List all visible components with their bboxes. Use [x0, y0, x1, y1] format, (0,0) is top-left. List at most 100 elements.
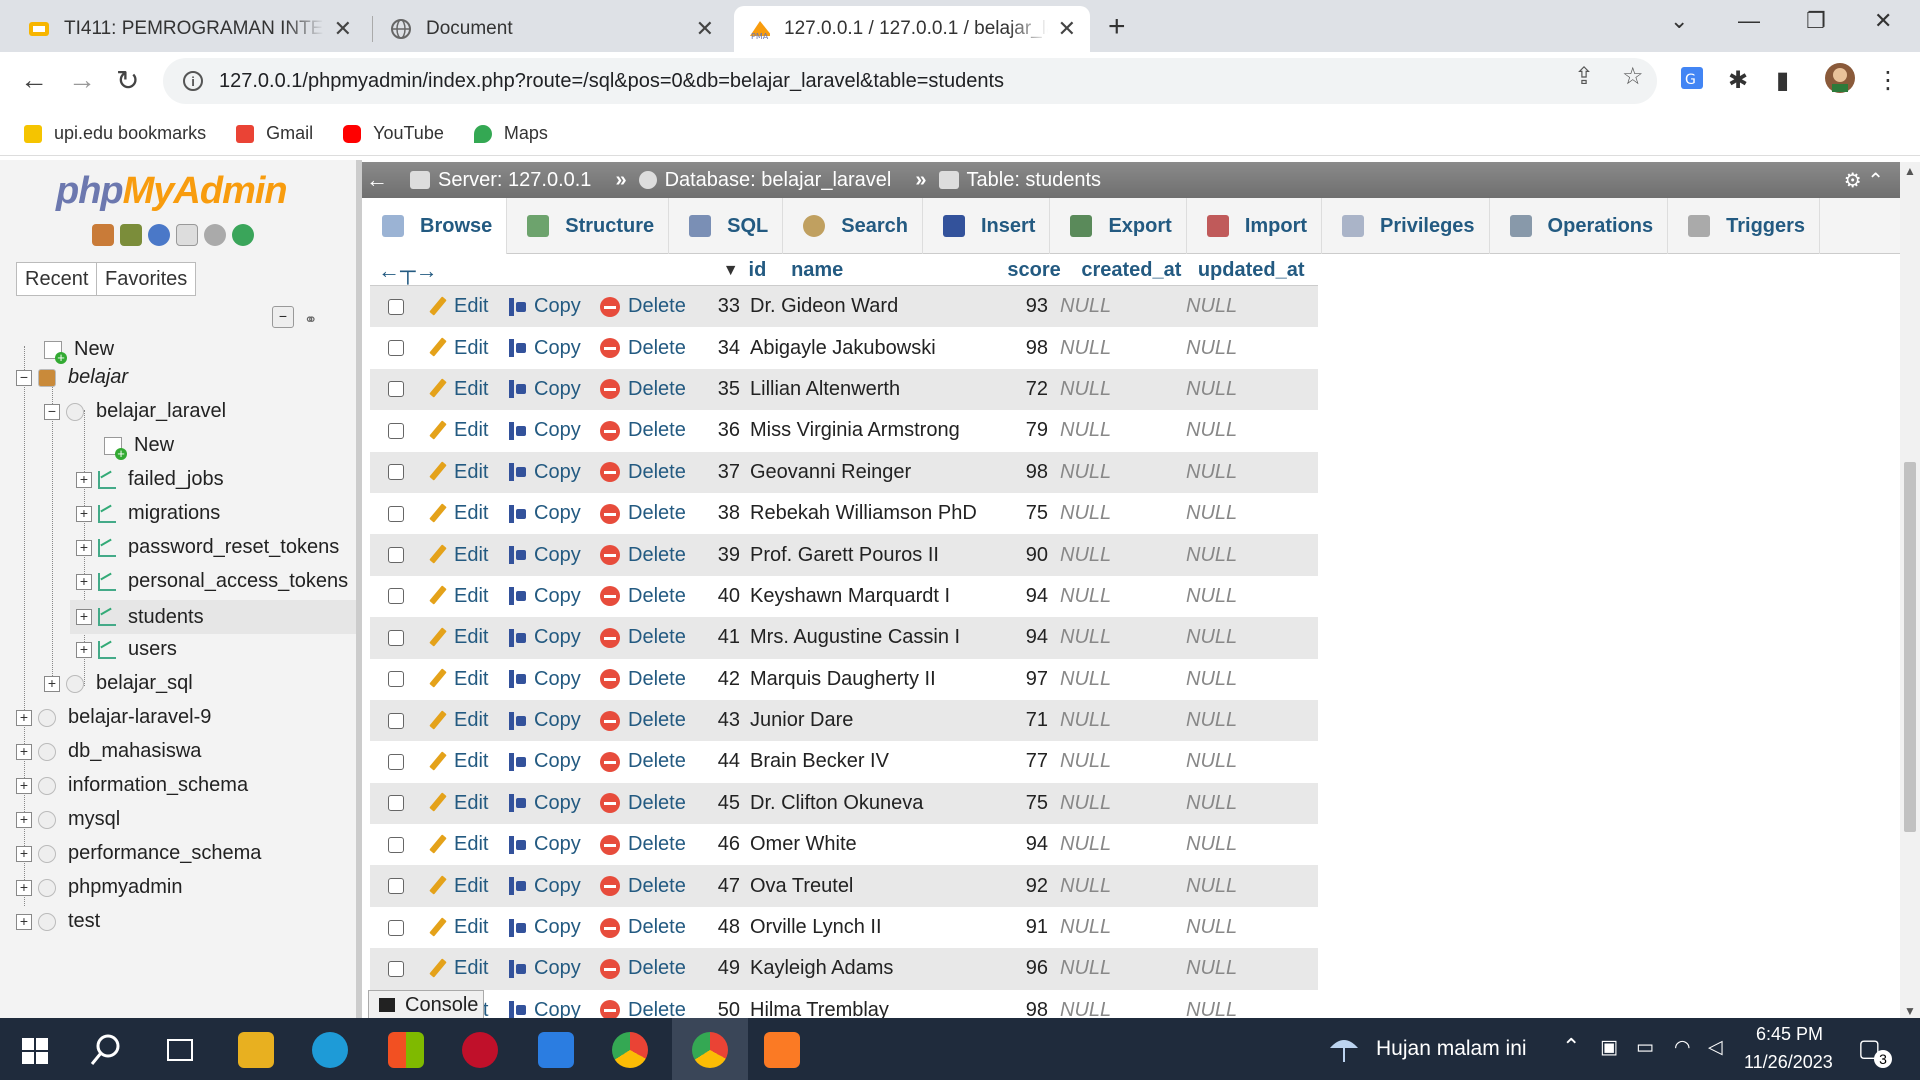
cell-id[interactable]: 42	[704, 668, 740, 691]
show-hidden-icons[interactable]: ⌃	[1562, 1034, 1580, 1060]
delete-link[interactable]: Delete	[600, 833, 704, 856]
copy-link[interactable]: Copy	[506, 833, 600, 856]
row-checkbox[interactable]	[388, 753, 404, 770]
cell-created-at[interactable]: NULL	[1048, 750, 1174, 773]
extensions-icon[interactable]: ✱	[1728, 66, 1748, 95]
row-checkbox[interactable]	[388, 298, 404, 315]
delete-link[interactable]: Delete	[600, 750, 704, 773]
cell-updated-at[interactable]: NULL	[1174, 709, 1304, 732]
row-checkbox[interactable]	[388, 919, 404, 936]
delete-link[interactable]: Delete	[600, 544, 704, 567]
expand-icon[interactable]: +	[76, 573, 92, 590]
delete-link[interactable]: Delete	[600, 916, 704, 939]
copy-link[interactable]: Copy	[506, 461, 600, 484]
expand-icon[interactable]: +	[76, 609, 92, 625]
column-header-id[interactable]: id	[749, 259, 792, 282]
browser-tab-document[interactable]: Document ✕	[376, 6, 728, 52]
copy-link[interactable]: Copy	[506, 957, 600, 980]
cell-score[interactable]: 98	[978, 461, 1048, 484]
cell-score[interactable]: 93	[978, 295, 1048, 318]
cell-created-at[interactable]: NULL	[1048, 544, 1174, 567]
edit-link[interactable]: Edit	[426, 957, 506, 980]
cell-name[interactable]: Marquis Daugherty II	[740, 668, 978, 691]
delete-link[interactable]: Delete	[600, 709, 704, 732]
chrome-icon[interactable]	[612, 1032, 648, 1068]
delete-link[interactable]: Delete	[600, 378, 704, 401]
cell-updated-at[interactable]: NULL	[1174, 833, 1304, 856]
cell-updated-at[interactable]: NULL	[1174, 875, 1304, 898]
tab-search[interactable]: Search	[783, 198, 923, 254]
tab-insert[interactable]: Insert	[923, 198, 1051, 254]
edit-link[interactable]: Edit	[426, 668, 506, 691]
windows-start-icon[interactable]	[18, 1032, 54, 1068]
cell-score[interactable]: 92	[978, 875, 1048, 898]
home-icon[interactable]	[92, 224, 114, 246]
cell-score[interactable]: 75	[978, 502, 1048, 525]
tab-triggers[interactable]: Triggers	[1668, 198, 1821, 254]
cell-name[interactable]: Prof. Garett Pouros II	[740, 544, 978, 567]
row-checkbox[interactable]	[388, 422, 404, 439]
cell-created-at[interactable]: NULL	[1048, 378, 1174, 401]
cell-id[interactable]: 40	[704, 585, 740, 608]
tab-import[interactable]: Import	[1187, 198, 1323, 254]
breadcrumb-server[interactable]: Server: 127.0.0.1	[410, 169, 591, 192]
tree-db-information-schema[interactable]: + information_schema	[16, 774, 248, 797]
cell-name[interactable]: Brain Becker IV	[740, 750, 978, 773]
delete-link[interactable]: Delete	[600, 585, 704, 608]
cell-score[interactable]: 97	[978, 668, 1048, 691]
help-icon[interactable]	[148, 224, 170, 246]
expand-icon[interactable]: +	[16, 743, 32, 760]
copy-link[interactable]: Copy	[506, 750, 600, 773]
cell-updated-at[interactable]: NULL	[1174, 957, 1304, 980]
expand-icon[interactable]: +	[16, 913, 32, 930]
breadcrumb-database[interactable]: Database: belajar_laravel	[638, 169, 891, 192]
close-tab-icon[interactable]: ✕	[696, 16, 714, 42]
restore-icon[interactable]: ❐	[1806, 8, 1826, 34]
tree-table-password-reset-tokens[interactable]: + password_reset_tokens	[76, 536, 339, 559]
cell-id[interactable]: 36	[704, 419, 740, 442]
edit-link[interactable]: Edit	[426, 419, 506, 442]
reload-icon[interactable]: ↻	[116, 64, 139, 97]
cell-created-at[interactable]: NULL	[1048, 502, 1174, 525]
delete-link[interactable]: Delete	[600, 337, 704, 360]
cell-score[interactable]: 98	[978, 337, 1048, 360]
site-info-icon[interactable]: i	[183, 71, 203, 91]
breadcrumb-table[interactable]: Table: students	[938, 169, 1101, 192]
cell-name[interactable]: Dr. Gideon Ward	[740, 295, 978, 318]
cell-id[interactable]: 34	[704, 337, 740, 360]
back-icon[interactable]: ←	[20, 64, 48, 96]
cell-updated-at[interactable]: NULL	[1174, 750, 1304, 773]
task-view-icon[interactable]	[162, 1032, 198, 1068]
delete-link[interactable]: Delete	[600, 875, 704, 898]
nav-tab-favorites[interactable]: Favorites	[96, 262, 197, 296]
cell-updated-at[interactable]: NULL	[1174, 626, 1304, 649]
expand-icon[interactable]: +	[44, 675, 60, 692]
delete-link[interactable]: Delete	[600, 502, 704, 525]
column-header-updated-at[interactable]: updated_at	[1198, 259, 1318, 282]
cell-created-at[interactable]: NULL	[1048, 875, 1174, 898]
expand-icon[interactable]: +	[16, 879, 32, 896]
cell-created-at[interactable]: NULL	[1048, 833, 1174, 856]
cell-updated-at[interactable]: NULL	[1174, 419, 1304, 442]
cell-id[interactable]: 48	[704, 916, 740, 939]
file-explorer-icon[interactable]	[238, 1032, 274, 1068]
row-checkbox[interactable]	[388, 547, 404, 564]
cell-score[interactable]: 71	[978, 709, 1048, 732]
expand-icon[interactable]: +	[76, 471, 92, 488]
cell-id[interactable]: 46	[704, 833, 740, 856]
cell-score[interactable]: 72	[978, 378, 1048, 401]
page-scrollbar[interactable]: ▲ ▼	[1900, 162, 1920, 1020]
row-checkbox[interactable]	[388, 712, 404, 729]
edit-link[interactable]: Edit	[426, 585, 506, 608]
cell-score[interactable]: 79	[978, 419, 1048, 442]
delete-link[interactable]: Delete	[600, 461, 704, 484]
collapse-icon[interactable]: −	[16, 369, 32, 386]
tree-db-test[interactable]: + test	[16, 910, 100, 933]
nav-tab-recent[interactable]: Recent	[16, 262, 98, 296]
cell-name[interactable]: Abigayle Jakubowski	[740, 337, 978, 360]
expand-icon[interactable]: +	[76, 505, 92, 522]
forward-icon[interactable]: →	[68, 64, 96, 96]
copy-link[interactable]: Copy	[506, 378, 600, 401]
battery-icon[interactable]: ▭	[1636, 1036, 1654, 1059]
tab-search-icon[interactable]: ⌄	[1670, 8, 1688, 34]
